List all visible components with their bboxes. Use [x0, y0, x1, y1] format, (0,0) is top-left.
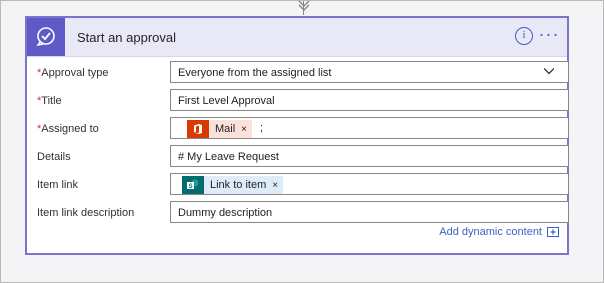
approval-type-value: Everyone from the assigned list: [178, 67, 332, 79]
item-link-description-input[interactable]: Dummy description: [170, 201, 569, 223]
assigned-to-row: *Assigned to Mail × ;: [27, 117, 569, 141]
item-link-description-value: Dummy description: [178, 207, 273, 219]
assigned-to-label: *Assigned to: [37, 123, 99, 135]
svg-text:S: S: [188, 184, 192, 190]
card-header[interactable]: Start an approval i ···: [27, 18, 567, 57]
more-options-icon[interactable]: ···: [537, 24, 561, 44]
approval-type-row: *Approval type Everyone from the assigne…: [27, 61, 569, 85]
item-link-label: Item link: [37, 179, 78, 191]
title-label: *Title: [37, 95, 62, 107]
remove-token-icon[interactable]: ×: [241, 124, 252, 135]
title-row: *Title First Level Approval: [27, 89, 569, 113]
link-to-item-token-label: Link to item: [210, 179, 267, 191]
details-input[interactable]: # My Leave Request: [170, 145, 569, 167]
card-title: Start an approval: [77, 30, 177, 45]
approval-icon: [27, 18, 65, 56]
title-value: First Level Approval: [178, 95, 275, 107]
add-dynamic-content-link[interactable]: Add dynamic content: [439, 226, 559, 238]
mail-token[interactable]: Mail ×: [187, 120, 253, 138]
approval-type-dropdown[interactable]: Everyone from the assigned list: [170, 61, 569, 83]
assigned-to-input[interactable]: Mail × ;: [170, 117, 569, 139]
item-link-input[interactable]: S Link to item ×: [170, 173, 569, 195]
chevron-down-icon[interactable]: [544, 66, 554, 76]
remove-token-icon[interactable]: ×: [272, 180, 283, 191]
add-dynamic-content-icon: [547, 227, 559, 237]
mail-token-label: Mail: [215, 123, 236, 135]
item-link-description-label: Item link description: [37, 207, 135, 219]
approval-action-card: Start an approval i ··· *Approval type E…: [25, 16, 569, 255]
details-value: # My Leave Request: [178, 151, 279, 163]
link-to-item-token[interactable]: S Link to item ×: [182, 176, 284, 194]
item-link-row: Item link S Link to item ×: [27, 173, 569, 197]
title-input[interactable]: First Level Approval: [170, 89, 569, 111]
details-label: Details: [37, 151, 71, 163]
item-link-description-row: Item link description Dummy description: [27, 201, 569, 225]
sharepoint-icon: S: [182, 176, 204, 194]
office-icon: [187, 120, 209, 138]
separator: ;: [260, 122, 264, 134]
add-dynamic-content-label: Add dynamic content: [439, 226, 542, 238]
info-icon[interactable]: i: [515, 27, 533, 45]
approval-type-label: *Approval type: [37, 67, 109, 79]
connector-arrow-icon: [298, 1, 310, 11]
details-row: Details # My Leave Request: [27, 145, 569, 169]
